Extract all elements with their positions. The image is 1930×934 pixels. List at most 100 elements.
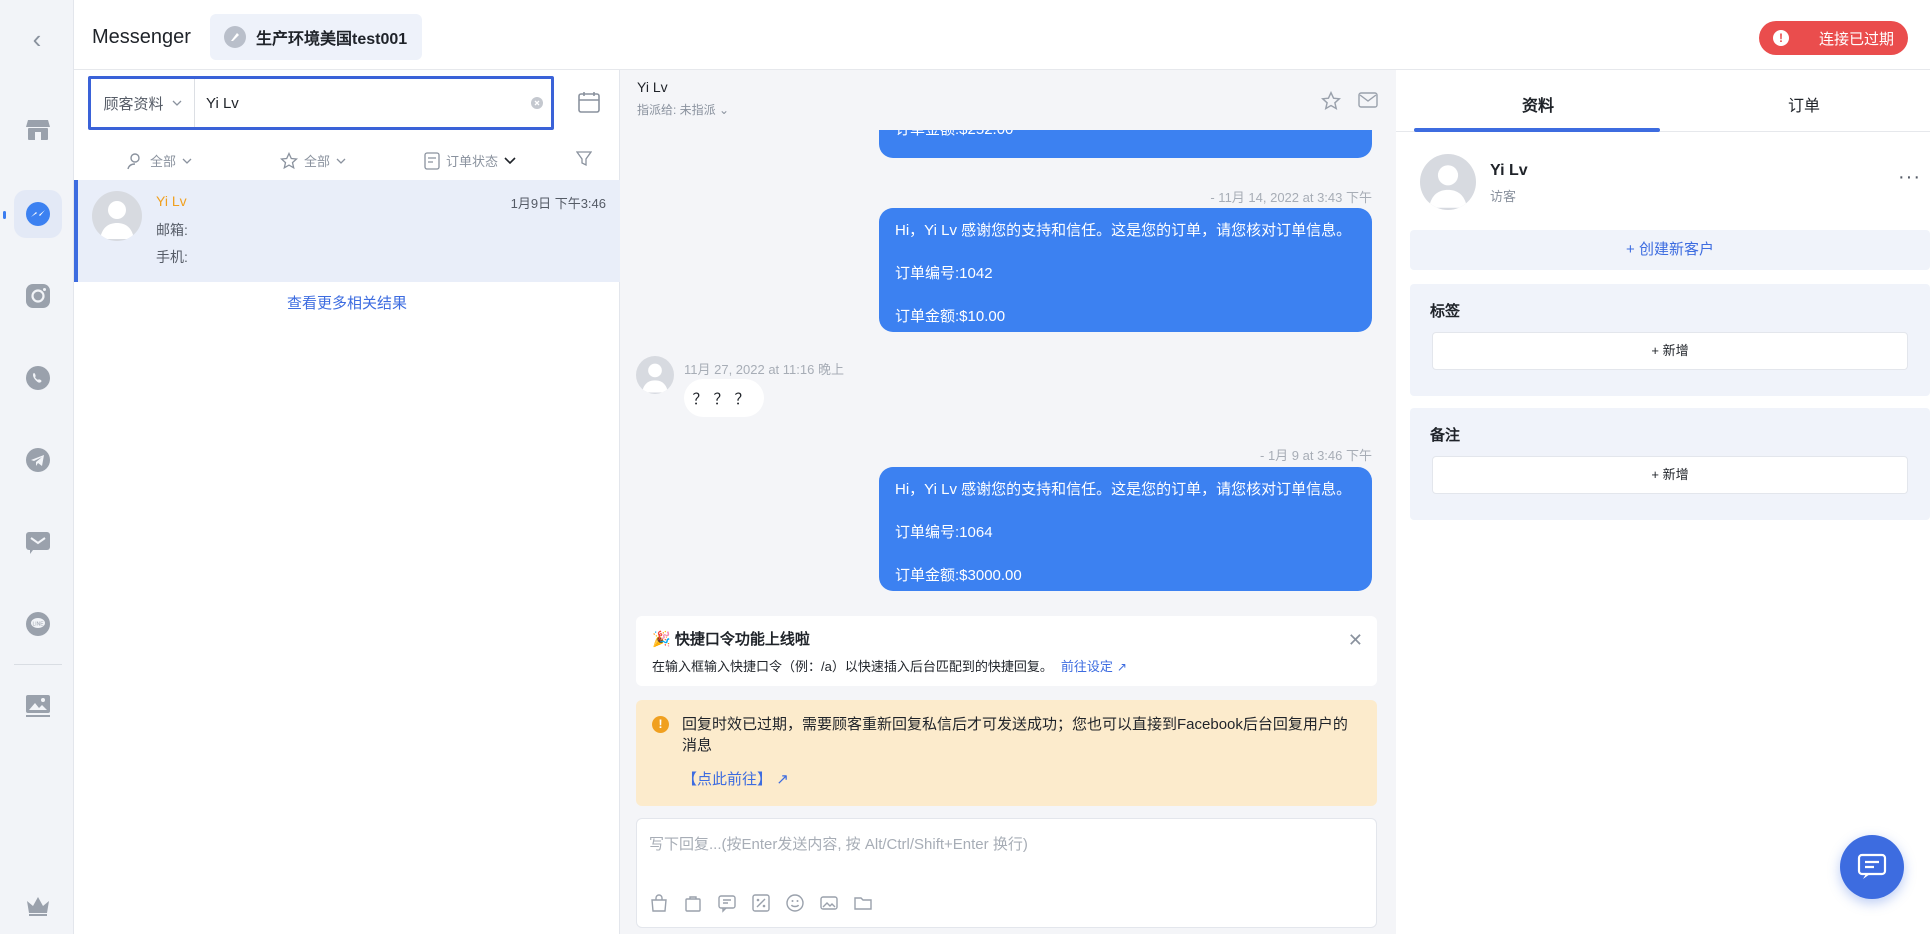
reply-toolbar [649,893,873,913]
reply-box[interactable]: 写下回复...(按Enter发送内容, 按 Alt/Ctrl/Shift+Ent… [636,818,1377,928]
agent-filter-label: 全部 [150,154,177,169]
phone-label: 手机: [156,249,188,265]
search-scope-label: 顾客资料 [103,95,164,113]
incoming-message: ？？？ [684,379,764,417]
app-title: Messenger [92,26,191,48]
avatar [92,191,142,241]
order-status-filter[interactable]: 订单状态 [424,151,516,170]
chat-header: Yi Lv 指派给: 未指派 ⌄ [620,70,1396,130]
external-link-icon: ↗ [1116,660,1127,674]
search-input[interactable]: Yi Lv [195,79,523,127]
star-icon [280,151,298,169]
message-timestamp: 11月 27, 2022 at 11:16 晚上 [684,362,844,377]
close-icon[interactable]: ✕ [1348,630,1363,651]
store-selector[interactable]: 生产环境美国test001 [210,14,423,60]
filter-bar: 全部 全部 订单状态 [74,140,620,180]
chevron-down-icon [172,100,181,106]
outgoing-message: Hi，Yi Lv 感谢您的支持和信任。这是您的订单，请您核对订单信息。 订单编号… [879,467,1372,591]
user-icon [127,152,140,169]
message-line: Hi，Yi Lv 感谢您的支持和信任。这是您的订单，请您核对订单信息。 [895,222,1352,239]
emoji-icon[interactable] [785,893,805,913]
store-name: 生产环境美国test001 [256,31,408,48]
chat-support-icon[interactable] [1840,835,1904,899]
tags-title: 标签 [1430,303,1461,320]
customer-side-panel: 资料 订单 Yi Lv 访客 ··· + 创建新客户 标签 + 新增 备注 + … [1396,70,1930,934]
conversation-item[interactable]: Yi Lv 1月9日 下午3:46 邮箱: 手机: [74,180,620,282]
shopping-bag-icon[interactable] [683,893,703,913]
email-icon[interactable] [14,518,62,566]
store-icon[interactable] [14,106,62,154]
outgoing-message: Hi，Yi Lv 感谢您的支持和信任。这是您的订单，请您核对订单信息。 订单编号… [879,208,1372,332]
message-line: 订单金额:$3000.00 [895,567,1022,584]
gallery-icon[interactable] [14,682,62,730]
product-icon[interactable] [649,893,669,913]
shortcut-notice: 🎉 快捷口令功能上线啦 在输入框输入快捷口令（例：/a）以快速插入后台匹配到的快… [636,616,1377,686]
conversation-list-panel: 顾客资料 Yi Lv 全部 全部 订单状态 Yi Lv 1月9日 下午3:46 … [74,70,620,934]
line-icon[interactable]: LINE [14,600,62,648]
expired-warning: ! 回复时效已过期，需要顾客重新回复私信后才可发送成功；您也可以直接到Faceb… [636,700,1377,806]
message-line: 订单编号:1042 [895,265,993,282]
calendar-icon[interactable] [577,90,601,119]
notice-description: 在输入框输入快捷口令（例：/a）以快速插入后台匹配到的快捷回复。 [652,659,1053,674]
mail-icon[interactable] [1358,91,1378,114]
message-line: 订单金额:$252.00 [895,130,1013,139]
crown-icon[interactable] [14,882,62,930]
message-area: 订单金额:$252.00 - 11月 14, 2022 at 3:43 下午 H… [620,130,1396,680]
search-scope-select[interactable]: 顾客资料 [91,79,195,127]
order-status-label: 订单状态 [446,154,499,169]
chat-panel: Yi Lv 指派给: 未指派 ⌄ 订单金额:$252.00 - 11月 14, … [620,70,1396,934]
star-icon[interactable] [1320,90,1342,116]
top-bar: Messenger 生产环境美国test001 ! 连接已过期 [74,0,1930,70]
chevron-down-icon [182,158,192,164]
contact-name: Yi Lv [156,193,187,209]
avatar [636,356,674,394]
active-indicator [3,211,6,219]
messenger-icon[interactable] [14,190,62,238]
chevron-down-icon [504,157,516,164]
assign-dropdown[interactable]: 指派给: 未指派 ⌄ [637,101,729,118]
store-avatar-icon [224,26,246,48]
warning-icon: ! [652,716,669,733]
avatar [1420,154,1476,210]
connection-status-text: 连接已过期 [1818,30,1894,48]
connection-status-badge[interactable]: ! 连接已过期 [1758,21,1908,55]
notice-settings-link[interactable]: 前往设定 [1061,659,1113,674]
more-options-icon[interactable]: ··· [1898,166,1921,189]
tags-card: 标签 + 新增 [1410,284,1930,396]
message-timestamp: - 1月 9 at 3:46 下午 [1260,448,1372,463]
chevron-down-icon [336,158,346,164]
back-arrow-icon[interactable]: ‹ [25,26,49,52]
warning-link-text: 【点此前往】 [682,771,773,788]
more-results-link[interactable]: 查看更多相关结果 [74,292,620,313]
add-note-button[interactable]: + 新增 [1432,456,1908,494]
star-filter[interactable]: 全部 [280,151,346,170]
assign-label: 指派给: 未指派 [637,103,716,117]
side-tabs: 资料 订单 [1396,70,1930,132]
left-rail: ‹ LINE [0,0,74,934]
customer-name: Yi Lv [1490,162,1528,179]
tab-profile[interactable]: 资料 [1522,92,1554,116]
image-icon[interactable] [819,893,839,913]
search-box: 顾客资料 Yi Lv [88,76,554,130]
discount-icon[interactable] [751,893,771,913]
notice-title: 🎉 快捷口令功能上线啦 [652,631,810,648]
telegram-icon[interactable] [14,436,62,484]
warning-link[interactable]: 【点此前往】 ↗ [682,768,789,789]
whatsapp-icon[interactable] [14,354,62,402]
add-tag-button[interactable]: + 新增 [1432,332,1908,370]
reply-input[interactable]: 写下回复...(按Enter发送内容, 按 Alt/Ctrl/Shift+Ent… [649,833,1028,854]
agent-filter[interactable]: 全部 [126,151,192,170]
message-line: Hi，Yi Lv 感谢您的支持和信任。这是您的订单，请您核对订单信息。 [895,481,1352,498]
message-line: 订单编号:1064 [895,524,993,541]
quick-reply-icon[interactable] [717,893,737,913]
message-line: 订单金额:$10.00 [895,308,1006,325]
rail-separator [14,664,62,665]
tab-orders[interactable]: 订单 [1788,92,1820,116]
clear-search-icon[interactable] [523,79,551,127]
funnel-filter-icon[interactable] [576,151,592,167]
chat-contact-name: Yi Lv [637,79,668,95]
instagram-icon[interactable] [14,272,62,320]
create-customer-button[interactable]: + 创建新客户 [1410,230,1930,270]
folder-icon[interactable] [853,893,873,913]
outgoing-message: 订单金额:$252.00 [879,130,1372,158]
